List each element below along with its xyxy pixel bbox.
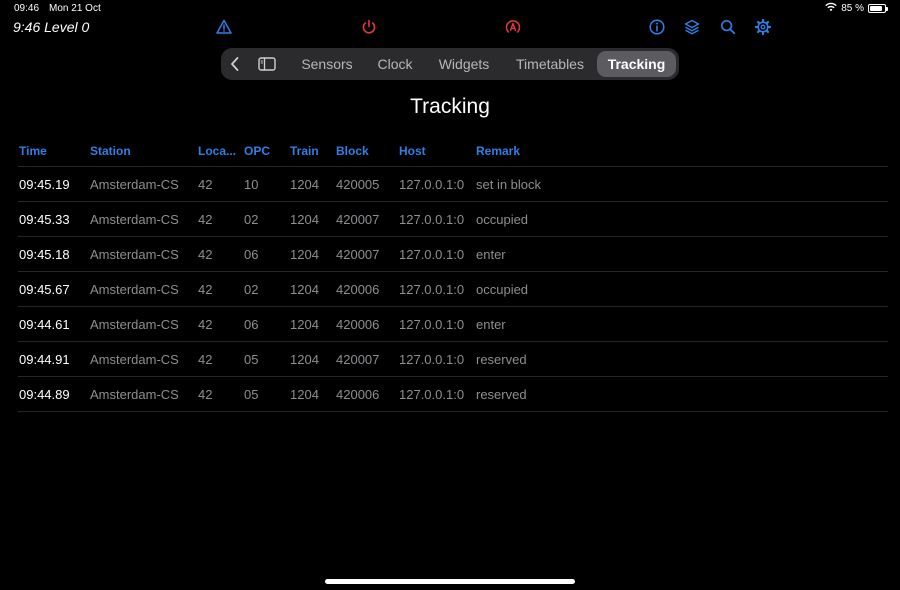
cell-opc: 05 [244,352,259,367]
column-header-remark[interactable]: Remark [476,144,520,158]
column-header-host[interactable]: Host [399,144,426,158]
status-date: Mon 21 Oct [49,3,101,14]
cell-location: 42 [198,212,213,227]
gear-icon[interactable] [754,18,772,36]
search-icon[interactable] [719,18,737,36]
status-time: 09:46 [14,3,40,14]
cell-host: 127.0.0.1:0 [399,282,465,297]
cell-host: 127.0.0.1:0 [399,317,465,332]
auto-mode-icon[interactable] [504,18,522,36]
cell-remark: occupied [476,282,529,297]
page-title: Tracking [410,95,490,118]
cell-time: 09:45.19 [19,177,70,192]
cell-train: 1204 [290,317,319,332]
cell-station: Amsterdam-CS [90,317,179,332]
battery-percent: 85 % [841,3,864,14]
cell-train: 1204 [290,387,319,402]
cell-location: 42 [198,387,213,402]
column-header-station[interactable]: Station [90,144,131,158]
cell-block: 420006 [336,387,380,402]
cell-remark: enter [476,317,506,332]
cell-host: 127.0.0.1:0 [399,387,465,402]
column-header-train[interactable]: Train [290,144,319,158]
cell-host: 127.0.0.1:0 [399,247,465,262]
cell-station: Amsterdam-CS [90,212,179,227]
cell-host: 127.0.0.1:0 [399,212,465,227]
warning-icon[interactable] [215,18,233,36]
column-header-location[interactable]: Loca... [198,144,236,158]
home-indicator[interactable] [325,579,575,584]
cell-host: 127.0.0.1:0 [399,177,465,192]
cell-station: Amsterdam-CS [90,247,179,262]
cell-block: 420007 [336,352,380,367]
table-row[interactable]: 09:44.89 Amsterdam-CS 42 05 1204 420006 … [18,377,888,412]
cell-block: 420006 [336,282,380,297]
info-icon[interactable] [648,18,666,36]
cell-host: 127.0.0.1:0 [399,352,465,367]
cell-opc: 02 [244,282,259,297]
table-row[interactable]: 09:44.61 Amsterdam-CS 42 06 1204 420006 … [18,307,888,342]
cell-location: 42 [198,177,213,192]
tab-tracking[interactable]: Tracking [597,51,676,77]
cell-opc: 05 [244,387,259,402]
column-header-block[interactable]: Block [336,144,369,158]
cell-remark: reserved [476,387,527,402]
layers-icon[interactable] [683,18,701,36]
cell-location: 42 [198,247,213,262]
cell-train: 1204 [290,247,319,262]
power-icon[interactable] [360,18,378,36]
cell-block: 420007 [336,212,380,227]
cell-block: 420007 [336,247,380,262]
cell-time: 09:45.18 [19,247,70,262]
tab-timetables[interactable]: Timetables [507,48,593,80]
cell-remark: reserved [476,352,527,367]
cell-train: 1204 [290,352,319,367]
table-row[interactable]: 09:45.67 Amsterdam-CS 42 02 1204 420006 … [18,272,888,307]
column-header-opc[interactable]: OPC [244,144,270,158]
chevron-left-icon[interactable] [227,54,243,74]
cell-station: Amsterdam-CS [90,352,179,367]
tracking-table: Time Station Loca... OPC Train Block Hos… [18,140,888,412]
wifi-icon [825,2,837,15]
cell-station: Amsterdam-CS [90,177,179,192]
status-bar: 09:46 Mon 21 Oct 85 % [0,0,900,18]
table-row[interactable]: 09:44.91 Amsterdam-CS 42 05 1204 420007 … [18,342,888,377]
cell-opc: 10 [244,177,259,192]
table-row[interactable]: 09:45.33 Amsterdam-CS 42 02 1204 420007 … [18,202,888,237]
table-row[interactable]: 09:45.19 Amsterdam-CS 42 10 1204 420005 … [18,167,888,202]
cell-station: Amsterdam-CS [90,282,179,297]
cell-station: Amsterdam-CS [90,387,179,402]
cell-train: 1204 [290,212,319,227]
cell-opc: 06 [244,247,259,262]
cell-location: 42 [198,282,213,297]
cell-block: 420005 [336,177,380,192]
tab-sensors[interactable]: Sensors [295,48,359,80]
level-label: 9:46 Level 0 [13,19,90,35]
cell-location: 42 [198,317,213,332]
nav-segmented-control: Sensors Clock Widgets Timetables Trackin… [221,48,679,80]
cell-remark: enter [476,247,506,262]
cell-opc: 02 [244,212,259,227]
column-header-time[interactable]: Time [19,144,47,158]
cell-opc: 06 [244,317,259,332]
tab-widgets[interactable]: Widgets [431,48,497,80]
tab-clock[interactable]: Clock [369,48,421,80]
cell-remark: set in block [476,177,542,192]
cell-time: 09:45.67 [19,282,70,297]
cell-time: 09:44.89 [19,387,70,402]
sidebar-icon[interactable] [257,55,277,73]
battery-icon [868,4,888,13]
cell-block: 420006 [336,317,380,332]
cell-time: 09:44.61 [19,317,70,332]
cell-time: 09:44.91 [19,352,70,367]
battery-level [870,6,882,11]
table-header: Time Station Loca... OPC Train Block Hos… [18,140,888,167]
table-row[interactable]: 09:45.18 Amsterdam-CS 42 06 1204 420007 … [18,237,888,272]
cell-remark: occupied [476,212,529,227]
cell-train: 1204 [290,282,319,297]
cell-train: 1204 [290,177,319,192]
cell-time: 09:45.33 [19,212,70,227]
cell-location: 42 [198,352,213,367]
